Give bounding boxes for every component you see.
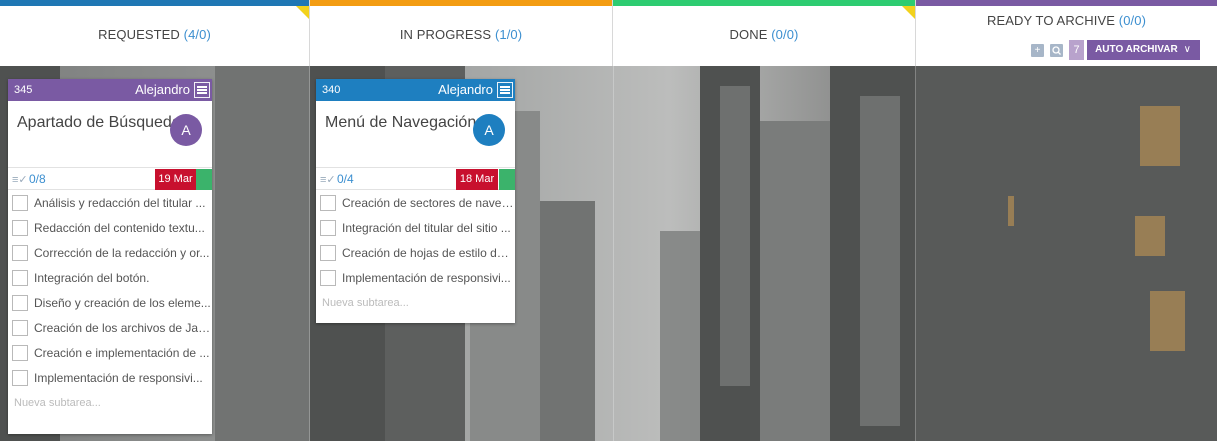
subtask-checkbox[interactable] xyxy=(320,244,336,261)
subtask-checkbox[interactable] xyxy=(320,194,336,211)
subtask-item[interactable]: Implementación de responsivi... xyxy=(316,265,515,290)
task-card[interactable]: 340 Alejandro Menú de Navegación A ≡✓ 0/… xyxy=(316,79,515,323)
card-meta-row: ≡✓ 0/8 19 Mar xyxy=(8,167,212,190)
subtask-item[interactable]: Creación de hojas de estilo del ... xyxy=(316,240,515,265)
column-name: DONE xyxy=(729,27,768,42)
kanban-board: REQUESTED (4/0) IN PROGRESS (1/0) DONE (… xyxy=(0,0,1217,441)
subtask-item[interactable]: Redacción del contenido textu... xyxy=(8,215,212,240)
auto-archive-count: 7 xyxy=(1069,40,1085,60)
subtask-count[interactable]: 0/4 xyxy=(337,172,354,186)
subtask-checkbox[interactable] xyxy=(12,369,28,386)
subtask-item[interactable]: Análisis y redacción del titular ... xyxy=(8,190,212,215)
subtask-label: Implementación de responsivi... xyxy=(34,370,203,385)
subtask-label: Diseño y creación de los eleme... xyxy=(34,295,211,310)
subtasks-icon: ≡✓ xyxy=(320,174,336,186)
column-header-in-progress[interactable]: IN PROGRESS (1/0) xyxy=(310,0,613,66)
plus-icon[interactable]: + xyxy=(1031,43,1045,57)
card-meta-row: ≡✓ 0/4 18 Mar xyxy=(316,167,515,190)
column-color-bar xyxy=(310,0,612,6)
column-count: (4/0) xyxy=(183,27,211,42)
card-header: 345 Alejandro xyxy=(8,79,212,101)
status-color-tag xyxy=(196,169,212,190)
archive-toolbar: + 7 AUTO ARCHIVAR ∨ xyxy=(1031,40,1200,60)
auto-archive-button[interactable]: AUTO ARCHIVAR ∨ xyxy=(1087,40,1200,60)
subtask-label: Integración del titular del sitio ... xyxy=(342,220,511,235)
auto-archive-control[interactable]: 7 AUTO ARCHIVAR ∨ xyxy=(1069,40,1200,60)
search-icon[interactable] xyxy=(1050,43,1064,57)
column-headers: REQUESTED (4/0) IN PROGRESS (1/0) DONE (… xyxy=(0,0,1217,66)
column-name: READY TO ARCHIVE xyxy=(987,13,1116,28)
column-header-done[interactable]: DONE (0/0) xyxy=(613,0,916,66)
column-corner-flag xyxy=(296,6,309,19)
column-count: (0/0) xyxy=(1118,13,1146,28)
new-subtask-input[interactable]: Nueva subtarea... xyxy=(8,390,212,416)
subtask-item[interactable]: Creación de los archivos de Jav... xyxy=(8,315,212,340)
column-header-ready-to-archive[interactable]: READY TO ARCHIVE (0/0) + 7 AUTO ARCHIVAR… xyxy=(916,0,1217,66)
card-header: 340 Alejandro xyxy=(316,79,515,101)
chevron-down-icon: ∨ xyxy=(1183,44,1191,55)
subtasks-icon: ≡✓ xyxy=(12,174,28,186)
subtask-label: Creación de sectores de naveg... xyxy=(342,195,515,210)
due-date-badge[interactable]: 19 Mar xyxy=(155,169,196,190)
column-color-bar xyxy=(613,0,915,6)
subtask-label: Creación de hojas de estilo del ... xyxy=(342,245,515,260)
subtask-checkbox[interactable] xyxy=(12,244,28,261)
column-count: (0/0) xyxy=(771,27,799,42)
column-name: REQUESTED xyxy=(98,27,180,42)
card-owner[interactable]: Alejandro xyxy=(135,82,190,97)
avatar[interactable]: A xyxy=(473,114,505,146)
auto-archive-label: AUTO ARCHIVAR xyxy=(1095,44,1178,55)
column-name: IN PROGRESS xyxy=(399,27,492,42)
menu-icon[interactable] xyxy=(497,82,513,98)
subtask-item[interactable]: Diseño y creación de los eleme... xyxy=(8,290,212,315)
status-color-tag xyxy=(499,169,515,190)
card-title: Menú de Navegación xyxy=(325,114,477,131)
column-title: DONE (0/0) xyxy=(613,27,915,42)
subtask-count[interactable]: 0/8 xyxy=(29,172,46,186)
column-title: READY TO ARCHIVE (0/0) xyxy=(916,13,1217,28)
subtask-item[interactable]: Integración del botón. xyxy=(8,265,212,290)
card-title: Apartado de Búsqueda xyxy=(17,114,181,131)
new-subtask-input[interactable]: Nueva subtarea... xyxy=(316,290,515,316)
column-color-bar xyxy=(916,0,1217,6)
subtask-checkbox[interactable] xyxy=(320,269,336,286)
subtask-label: Creación de los archivos de Jav... xyxy=(34,320,212,335)
subtask-label: Creación e implementación de ... xyxy=(34,345,210,360)
card-title-area[interactable]: Menú de Navegación A xyxy=(316,101,515,167)
subtask-label: Implementación de responsivi... xyxy=(342,270,511,285)
menu-icon[interactable] xyxy=(194,82,210,98)
column-corner-flag xyxy=(902,6,915,19)
subtask-checkbox[interactable] xyxy=(320,219,336,236)
column-header-requested[interactable]: REQUESTED (4/0) xyxy=(0,0,310,66)
subtask-checkbox[interactable] xyxy=(12,319,28,336)
subtask-label: Redacción del contenido textu... xyxy=(34,220,205,235)
card-owner[interactable]: Alejandro xyxy=(438,82,493,97)
subtask-list: Creación de sectores de naveg... Integra… xyxy=(316,189,515,316)
subtask-item[interactable]: Creación e implementación de ... xyxy=(8,340,212,365)
subtask-checkbox[interactable] xyxy=(12,269,28,286)
column-title: REQUESTED (4/0) xyxy=(0,27,309,42)
subtask-checkbox[interactable] xyxy=(12,344,28,361)
card-id: 340 xyxy=(322,84,341,96)
subtask-item[interactable]: Implementación de responsivi... xyxy=(8,365,212,390)
subtask-item[interactable]: Integración del titular del sitio ... xyxy=(316,215,515,240)
subtask-list: Análisis y redacción del titular ... Red… xyxy=(8,189,212,416)
task-card[interactable]: 345 Alejandro Apartado de Búsqueda A ≡✓ … xyxy=(8,79,212,434)
subtask-item[interactable]: Creación de sectores de naveg... xyxy=(316,190,515,215)
column-color-bar xyxy=(0,0,309,6)
subtask-label: Corrección de la redacción y or... xyxy=(34,245,210,260)
subtask-label: Integración del botón. xyxy=(34,270,150,285)
column-count: (1/0) xyxy=(494,27,523,42)
column-title: IN PROGRESS (1/0) xyxy=(310,27,612,42)
subtask-item[interactable]: Corrección de la redacción y or... xyxy=(8,240,212,265)
subtask-checkbox[interactable] xyxy=(12,294,28,311)
subtask-checkbox[interactable] xyxy=(12,194,28,211)
card-title-area[interactable]: Apartado de Búsqueda A xyxy=(8,101,212,167)
card-id: 345 xyxy=(14,84,33,96)
due-date-badge[interactable]: 18 Mar xyxy=(456,169,498,190)
avatar[interactable]: A xyxy=(170,114,202,146)
subtask-checkbox[interactable] xyxy=(12,219,28,236)
subtask-label: Análisis y redacción del titular ... xyxy=(34,195,206,210)
